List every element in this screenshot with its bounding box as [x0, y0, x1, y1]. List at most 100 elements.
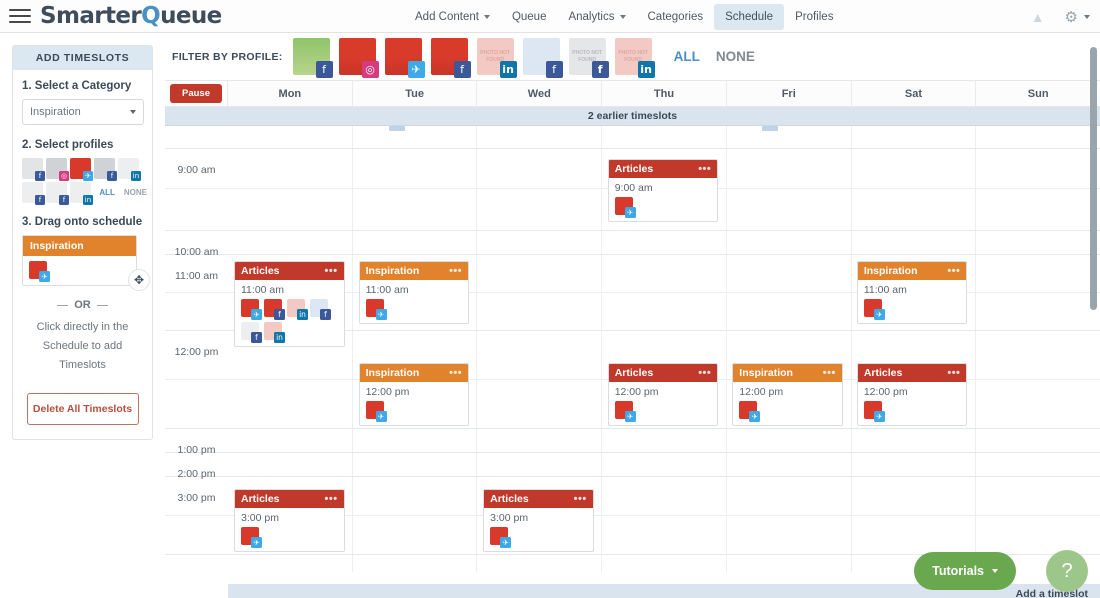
- nav-label: Profiles: [795, 10, 834, 23]
- event-profile-avatars: ✈: [858, 400, 967, 425]
- more-options-icon[interactable]: •••: [449, 367, 462, 379]
- select-all-profiles-link[interactable]: ALL: [99, 188, 115, 197]
- nav-item-profiles[interactable]: Profiles: [784, 4, 844, 30]
- avatar: in: [264, 322, 285, 343]
- profile-option-3-selected[interactable]: ✈: [70, 158, 93, 181]
- timeslot-event[interactable]: Articles ••• 12:00 pm ✈: [856, 363, 968, 426]
- timeslot-event[interactable]: Articles ••• 3:00 pm ✈: [483, 489, 594, 552]
- day-header-wed[interactable]: Wed: [477, 81, 603, 106]
- filter-profile-8[interactable]: PHOTO NOT FOUND in: [614, 38, 655, 78]
- timeslot-event[interactable]: Articles ••• 3:00 pm ✈: [234, 489, 345, 552]
- day-column-tue[interactable]: [353, 126, 478, 572]
- profile-option-5[interactable]: in: [118, 158, 141, 181]
- pause-button[interactable]: Pause: [170, 84, 222, 103]
- earlier-timeslots-banner[interactable]: 2 earlier timeslots: [165, 107, 1100, 126]
- profile-option-4[interactable]: f: [94, 158, 117, 181]
- event-header: Articles •••: [608, 364, 718, 382]
- nav-item-analytics[interactable]: Analytics: [557, 4, 636, 30]
- more-options-icon[interactable]: •••: [947, 265, 960, 277]
- time-label: 2:00 pm: [177, 468, 216, 480]
- more-options-icon[interactable]: •••: [947, 367, 960, 379]
- profile-option-7[interactable]: f: [46, 182, 69, 205]
- day-header-tue[interactable]: Tue: [353, 81, 478, 106]
- day-header-sat[interactable]: Sat: [852, 81, 977, 106]
- vertical-scrollbar[interactable]: [1090, 47, 1097, 310]
- event-category-label: Inspiration: [365, 367, 420, 379]
- add-timeslot-label[interactable]: Add a timeslot: [1016, 588, 1088, 598]
- nav-item-schedule[interactable]: Schedule: [714, 3, 785, 30]
- nav-item-add-content[interactable]: Add Content: [404, 4, 501, 30]
- filter-profile-7[interactable]: PHOTO NOT FOUND f: [568, 38, 609, 78]
- profile-option-1[interactable]: f: [22, 158, 45, 181]
- chip-avatars: ✈: [23, 256, 136, 285]
- bell-icon[interactable]: ▲: [1031, 9, 1045, 25]
- event-time-label: 11:00 am: [365, 284, 409, 296]
- event-time-label: 12:00 pm: [365, 386, 410, 398]
- hamburger-menu-icon[interactable]: [9, 6, 31, 26]
- nav-item-categories[interactable]: Categories: [637, 4, 715, 30]
- more-options-icon[interactable]: •••: [698, 367, 711, 379]
- day-header-thu[interactable]: Thu: [602, 81, 727, 106]
- nav-item-queue[interactable]: Queue: [501, 4, 558, 30]
- more-options-icon[interactable]: •••: [574, 493, 587, 505]
- filter-profile-6[interactable]: f: [522, 38, 563, 78]
- partial-timeslot-stub[interactable]: [388, 126, 405, 131]
- filter-all-link[interactable]: ALL: [674, 49, 700, 64]
- timeslot-event[interactable]: Inspiration ••• 11:00 am ✈: [358, 261, 470, 324]
- linkedin-icon: in: [499, 61, 517, 78]
- time-label: 3:00 pm: [177, 492, 216, 504]
- hour-gridline: [165, 452, 1100, 453]
- facebook-icon: f: [315, 61, 333, 78]
- day-header-mon[interactable]: Mon: [228, 81, 353, 106]
- help-button[interactable]: ?: [1046, 550, 1088, 592]
- timeslot-event[interactable]: Articles ••• 11:00 am ✈ f in f f in: [234, 261, 345, 347]
- event-category-label: Articles: [490, 493, 529, 505]
- filter-profile-1[interactable]: f: [292, 38, 333, 78]
- settings-menu[interactable]: ⚙: [1065, 8, 1090, 26]
- filter-profile-5[interactable]: PHOTO NOT FOUND in: [476, 38, 517, 78]
- partial-timeslot-stub[interactable]: [762, 126, 779, 131]
- more-options-icon[interactable]: •••: [823, 367, 836, 379]
- main-menu: Add Content Queue Analytics Categories S…: [404, 0, 844, 33]
- more-options-icon[interactable]: •••: [325, 493, 338, 505]
- filter-profile-4[interactable]: f: [430, 38, 471, 78]
- more-options-icon[interactable]: •••: [698, 163, 711, 175]
- app-logo[interactable]: SmarterQueue: [40, 3, 222, 29]
- filter-profile-3[interactable]: ✈: [384, 38, 425, 78]
- event-category-label: Articles: [863, 367, 903, 379]
- day-column-sat[interactable]: [852, 126, 977, 572]
- timeslot-event[interactable]: Inspiration ••• 11:00 am ✈: [856, 261, 968, 324]
- gear-icon[interactable]: ⚙: [1065, 8, 1078, 26]
- calendar-grid: 9:00 am 10:00 am 11:00 am 12:00 pm 1:00 pm 2:…: [165, 126, 1100, 572]
- event-category-label: Inspiration: [365, 265, 420, 277]
- profile-option-2[interactable]: ◎: [46, 158, 69, 181]
- day-header-fri[interactable]: Fri: [727, 81, 852, 106]
- facebook-icon: f: [545, 61, 563, 78]
- event-time-label: 11:00 am: [863, 284, 907, 296]
- hour-gridline: [165, 428, 1100, 429]
- day-column-fri[interactable]: [727, 126, 852, 572]
- more-options-icon[interactable]: •••: [325, 265, 338, 277]
- profile-option-8[interactable]: in: [70, 182, 93, 205]
- delete-all-timeslots-button[interactable]: Delete All Timeslots: [26, 393, 139, 425]
- timeslot-event[interactable]: Articles ••• 12:00 pm ✈: [607, 363, 719, 426]
- filter-profile-2[interactable]: ◎: [338, 38, 379, 78]
- timeslot-event[interactable]: Inspiration ••• 12:00 pm ✈: [358, 363, 470, 426]
- timeslot-event[interactable]: Inspiration ••• 12:00 pm ✈: [732, 363, 843, 426]
- tutorials-button[interactable]: Tutorials: [914, 552, 1016, 590]
- draggable-timeslot-chip[interactable]: Inspiration ✈ ✥: [22, 235, 150, 291]
- filter-none-link[interactable]: NONE: [716, 49, 755, 64]
- more-options-icon[interactable]: •••: [449, 265, 462, 277]
- category-select[interactable]: Inspiration: [22, 99, 144, 125]
- day-column-sun[interactable]: [976, 126, 1100, 572]
- profile-option-6[interactable]: f: [22, 182, 45, 205]
- brand-prefix: Smarter: [40, 3, 142, 29]
- event-header: Articles •••: [235, 262, 344, 280]
- facebook-icon: f: [274, 309, 285, 320]
- day-header-sun[interactable]: Sun: [976, 81, 1100, 106]
- timeslot-event[interactable]: Articles ••• 9:00 am ✈: [607, 159, 719, 222]
- move-handle-icon[interactable]: ✥: [128, 269, 150, 291]
- avatar: f: [310, 299, 331, 320]
- select-none-profiles-link[interactable]: NONE: [124, 188, 147, 197]
- twitter-icon: ✈: [749, 411, 761, 422]
